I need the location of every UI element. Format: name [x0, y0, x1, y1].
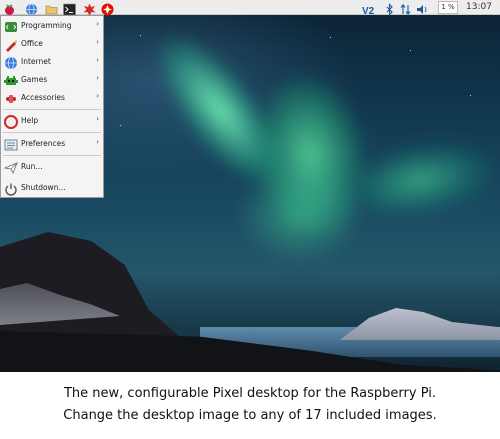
menu-item-preferences[interactable]: Preferences ›	[1, 136, 103, 153]
preferences-icon	[4, 137, 18, 151]
menu-separator	[3, 132, 101, 133]
menu-item-help[interactable]: Help ›	[1, 113, 103, 130]
help-icon	[3, 114, 19, 130]
menu-item-internet[interactable]: Internet ›	[1, 54, 103, 71]
network-icon[interactable]	[399, 1, 412, 16]
menu-item-label: Preferences	[21, 139, 66, 148]
volume-icon[interactable]	[416, 1, 429, 14]
submenu-arrow-icon: ›	[96, 38, 99, 46]
screen: V2 1 % 13:07 Programming › Office › Inte…	[0, 0, 500, 372]
mountain-right	[340, 308, 500, 340]
wolfram-icon[interactable]	[101, 1, 114, 16]
menu-item-label: Help	[21, 116, 39, 125]
run-icon	[3, 160, 18, 174]
applications-menu: Programming › Office › Internet › Games …	[0, 15, 104, 198]
programming-icon	[4, 19, 18, 33]
menu-item-label: Games	[21, 75, 48, 84]
menu-item-label: Run...	[21, 162, 43, 171]
vnc-icon[interactable]: V2	[362, 1, 378, 17]
menu-item-accessories[interactable]: Accessories ›	[1, 90, 103, 107]
menu-item-label: Accessories	[21, 93, 65, 102]
cpu-usage-monitor[interactable]: 1 %	[438, 1, 458, 14]
menu-item-programming[interactable]: Programming ›	[1, 18, 103, 35]
menu-item-shutdown[interactable]: Shutdown...	[1, 180, 103, 197]
submenu-arrow-icon: ›	[96, 20, 99, 28]
menu-separator	[3, 109, 101, 110]
menu-item-office[interactable]: Office ›	[1, 36, 103, 53]
internet-icon	[4, 55, 18, 70]
submenu-arrow-icon: ›	[96, 138, 99, 146]
menu-item-label: Programming	[21, 21, 72, 30]
menu-item-games[interactable]: Games ›	[1, 72, 103, 89]
menu-item-label: Internet	[21, 57, 51, 66]
menu-item-label: Shutdown...	[21, 183, 66, 192]
caption: The new, configurable Pixel desktop for …	[0, 372, 500, 439]
submenu-arrow-icon: ›	[96, 115, 99, 123]
submenu-arrow-icon: ›	[96, 92, 99, 100]
folder-icon[interactable]	[45, 1, 58, 15]
shutdown-icon	[4, 181, 18, 196]
bluetooth-icon[interactable]	[383, 1, 396, 16]
games-icon	[4, 73, 18, 87]
raspberry-icon[interactable]	[3, 1, 16, 15]
submenu-arrow-icon: ›	[96, 74, 99, 82]
caption-line: The new, configurable Pixel desktop for …	[63, 386, 436, 401]
clock[interactable]: 13:07	[461, 1, 497, 14]
taskbar: V2 1 % 13:07	[0, 0, 500, 17]
svg-text:V2: V2	[362, 6, 375, 16]
menu-separator	[3, 155, 101, 156]
caption-line: Change the desktop image to any of 17 in…	[63, 408, 437, 423]
submenu-arrow-icon: ›	[96, 56, 99, 64]
burst-icon[interactable]	[83, 1, 96, 16]
accessories-icon	[4, 91, 18, 105]
menu-item-label: Office	[21, 39, 43, 48]
aurora-glow	[235, 165, 365, 265]
globe-icon[interactable]	[25, 1, 38, 16]
menu-item-run[interactable]: Run...	[1, 159, 103, 176]
terminal-icon[interactable]	[63, 1, 76, 16]
office-icon	[4, 37, 18, 52]
